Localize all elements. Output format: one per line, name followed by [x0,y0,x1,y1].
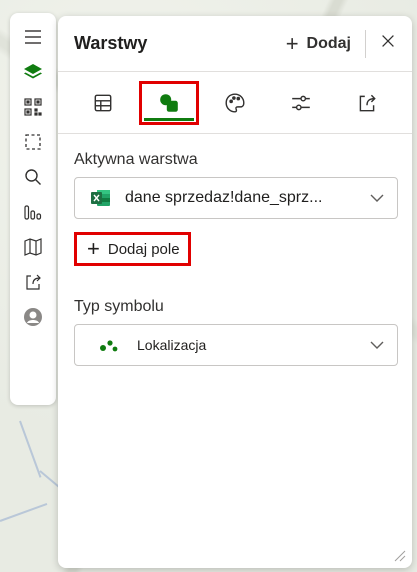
location-dots-icon [100,340,118,352]
layers-panel: Warstwy + Dodaj Aktywna warstwa dane spr [58,16,412,568]
export-icon [359,94,376,111]
active-layer-dropdown[interactable]: dane sprzedaz!dane_sprz... [74,177,398,219]
select-area-icon [25,134,41,150]
add-field-label: Dodaj pole [107,240,180,258]
share-button[interactable] [13,266,53,298]
side-toolbar [10,13,56,405]
table-icon [94,94,112,111]
select-area-button[interactable] [13,126,53,158]
resize-grip-icon[interactable] [392,548,406,562]
tab-shapes[interactable] [139,80,199,125]
map-button[interactable] [13,231,53,263]
symbol-type-label: Typ symbolu [74,298,164,315]
add-layer-button[interactable]: + Dodaj [285,29,366,58]
plus-icon: + [87,236,100,261]
map-road [0,502,48,522]
panel-title: Warstwy [74,33,148,53]
map-icon [24,238,42,256]
symbol-type-value: Lokalizacja [137,337,207,353]
qr-code-icon [24,98,42,116]
tab-export[interactable] [337,81,397,125]
chart-button[interactable] [13,196,53,228]
active-layer-label: Aktywna warstwa [74,151,198,168]
chart-icon [24,205,42,220]
layers-icon [24,64,42,79]
layers-button[interactable] [13,56,53,88]
add-field-button[interactable]: + Dodaj pole [74,232,191,266]
share-icon [26,274,41,290]
palette-icon [225,92,245,113]
avatar-icon [24,308,42,326]
map-road [19,420,42,478]
tab-palette[interactable] [205,81,265,125]
avatar-button[interactable] [13,301,53,333]
sliders-icon [292,95,310,110]
shapes-icon [160,93,178,112]
close-button[interactable] [378,32,398,56]
active-layer-section: Aktywna warstwa dane sprzedaz!dane_sprz.… [58,151,412,366]
panel-header: Warstwy + Dodaj [58,16,412,72]
chevron-down-icon [370,194,384,202]
panel-tabs [58,72,412,134]
chevron-down-icon [370,341,384,349]
menu-icon [25,30,41,44]
symbol-type-dropdown[interactable]: Lokalizacja [74,324,398,366]
tab-data-table[interactable] [73,81,133,125]
tab-settings[interactable] [271,81,331,125]
add-layer-label: Dodaj [306,34,351,52]
excel-icon [91,190,110,206]
plus-icon: + [285,30,299,56]
close-icon [382,34,394,47]
active-layer-value: dane sprzedaz!dane_sprz... [125,189,323,206]
qr-code-button[interactable] [13,91,53,123]
search-icon [25,169,41,185]
menu-button[interactable] [13,21,53,53]
search-button[interactable] [13,161,53,193]
